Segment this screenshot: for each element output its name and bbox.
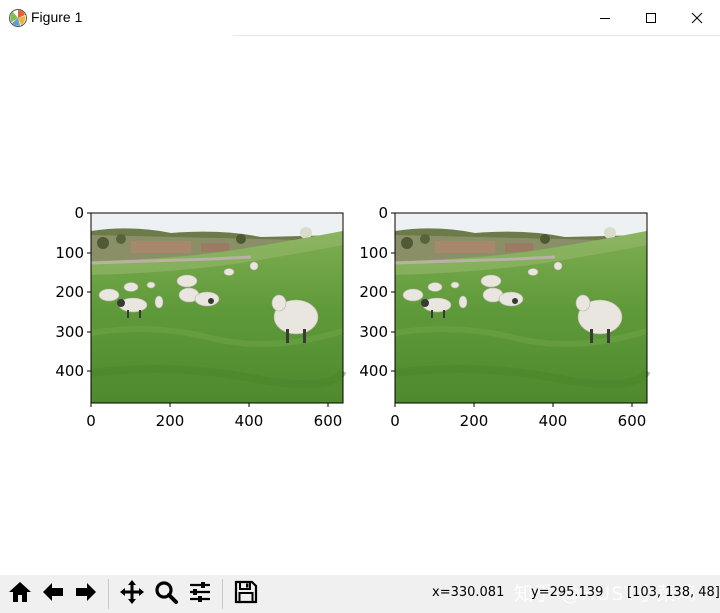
x-tick-label: 200 — [460, 412, 489, 430]
close-button[interactable] — [674, 0, 720, 36]
x-tick-label: 0 — [390, 412, 400, 430]
zoom-button[interactable] — [150, 578, 182, 610]
configure-subplots-button[interactable] — [184, 578, 216, 610]
forward-button[interactable] — [70, 578, 102, 610]
home-icon — [7, 579, 33, 609]
axes-left: 0 100 200 300 400 0 200 400 600 — [55, 204, 343, 430]
pan-button[interactable] — [116, 578, 148, 610]
zoom-icon — [153, 579, 179, 609]
x-tick-label: 600 — [618, 412, 647, 430]
minimize-button[interactable] — [582, 0, 628, 36]
x-coordinate-readout: x=330.081 — [432, 585, 505, 600]
x-tick-label: 600 — [314, 412, 343, 430]
figure-svg: 0 100 200 300 400 0 200 400 600 0 100 20… — [55, 204, 720, 430]
pixel-value-readout: [103, 138, 48] — [627, 585, 720, 600]
home-button[interactable] — [4, 578, 36, 610]
y-tick-label: 200 — [55, 283, 84, 301]
toolbar-separator — [222, 579, 223, 609]
y-tick-label: 300 — [55, 323, 84, 341]
back-button[interactable] — [37, 578, 69, 610]
x-tick-label: 400 — [539, 412, 568, 430]
maximize-icon — [645, 12, 657, 24]
back-arrow-icon — [40, 579, 66, 609]
y-tick-label: 100 — [359, 244, 388, 262]
navigation-toolbar: 知乎 @HUST小菜鸡 x=330.081 y=295.139 [103, 13… — [0, 575, 720, 613]
axes-right: 0 100 200 300 400 0 200 400 600 — [359, 204, 647, 430]
pan-icon — [119, 579, 145, 609]
y-tick-label: 300 — [359, 323, 388, 341]
y-tick-label: 100 — [55, 244, 84, 262]
toolbar-separator — [108, 579, 109, 609]
sheep-image-left — [91, 213, 343, 403]
forward-arrow-icon — [73, 579, 99, 609]
matplotlib-icon — [8, 8, 28, 28]
y-tick-label: 0 — [378, 204, 388, 222]
minimize-icon — [599, 12, 611, 24]
x-tick-label: 200 — [156, 412, 185, 430]
figure-canvas[interactable]: 0 100 200 300 400 0 200 400 600 0 100 20… — [0, 36, 720, 573]
y-tick-label: 200 — [359, 283, 388, 301]
save-icon — [233, 579, 259, 609]
y-tick-label: 0 — [74, 204, 84, 222]
y-tick-label: 400 — [359, 362, 388, 380]
sheep-image-right — [395, 213, 647, 403]
y-tick-label: 400 — [55, 362, 84, 380]
y-coordinate-readout: y=295.139 — [531, 585, 604, 600]
title-bar: Figure 1 — [0, 0, 720, 36]
maximize-button[interactable] — [628, 0, 674, 36]
window-title: Figure 1 — [31, 9, 83, 25]
configure-subplots-icon — [187, 579, 213, 609]
save-button[interactable] — [230, 578, 262, 610]
x-tick-label: 400 — [235, 412, 264, 430]
x-tick-label: 0 — [86, 412, 96, 430]
close-icon — [691, 12, 703, 24]
